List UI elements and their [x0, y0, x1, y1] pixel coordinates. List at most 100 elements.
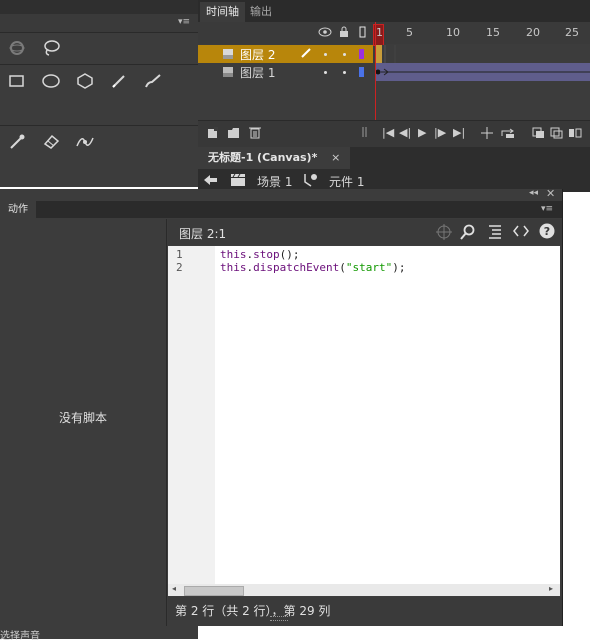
polystar-tool-icon[interactable]: [74, 70, 96, 92]
lock-dot[interactable]: [343, 71, 346, 74]
close-panel-icon[interactable]: ✕: [546, 187, 555, 200]
target-icon[interactable]: [436, 224, 452, 243]
tab-timeline[interactable]: 时间轴: [200, 2, 245, 22]
select-sound-label: 选择声音: [0, 631, 40, 642]
outline-icon[interactable]: [359, 26, 367, 41]
tools-panel-header: [0, 0, 198, 14]
script-location: 图层 2:1: [179, 227, 227, 241]
panel-menu-icon[interactable]: ▾≡: [541, 204, 553, 214]
layer-color-swatch[interactable]: [359, 67, 364, 77]
lasso-tool-icon[interactable]: [40, 37, 62, 59]
step-back-icon[interactable]: ◀|: [399, 126, 411, 139]
eyedropper-tool-icon[interactable]: [6, 130, 28, 152]
scrollbar-thumb[interactable]: [184, 586, 244, 596]
new-folder-icon[interactable]: [227, 127, 241, 142]
frame-number: 1: [376, 26, 383, 39]
line-number-gutter: [168, 246, 215, 584]
last-frame-icon[interactable]: ▶|: [453, 126, 465, 139]
sound-panel: 选择声音: [0, 626, 198, 642]
resize-grip[interactable]: [270, 616, 288, 621]
format-code-icon[interactable]: [488, 224, 502, 243]
layer-row-1[interactable]: 图层 1: [198, 63, 373, 81]
width-tool-icon[interactable]: [74, 130, 96, 152]
document-title[interactable]: 无标题-1 (Canvas)*: [208, 151, 317, 164]
editor-toolbar: 图层 2:1 ?: [168, 219, 562, 245]
eye-icon[interactable]: [318, 26, 332, 41]
frame-number: 5: [406, 26, 413, 39]
visibility-dot[interactable]: [324, 71, 327, 74]
frame-number: 25: [565, 26, 579, 39]
document-tabbar: 无标题-1 (Canvas)* ×: [198, 147, 590, 169]
step-forward-icon[interactable]: |▶: [434, 126, 446, 139]
code-line-1[interactable]: this.stop();: [220, 248, 300, 261]
layer-icon: [222, 48, 234, 63]
no-script-label: 没有脚本: [58, 411, 107, 425]
code-text[interactable]: this.stop();: [220, 248, 300, 261]
actions-panel-titlebar: ◂◂ ✕: [0, 187, 562, 201]
script-navigator: 没有脚本: [0, 219, 167, 626]
onion-skin-icon[interactable]: [532, 127, 545, 142]
cursor-position: 第 2 行（共 2 行），第 29 列: [175, 604, 331, 618]
new-layer-icon[interactable]: [207, 127, 219, 142]
layer-row-2[interactable]: 图层 2: [198, 45, 373, 63]
resize-grip-icon[interactable]: [362, 126, 368, 141]
breadcrumb-symbol[interactable]: 元件 1: [329, 173, 364, 190]
layer-icon: [222, 66, 234, 81]
tools-divider: [0, 125, 198, 126]
lock-icon[interactable]: [338, 25, 350, 41]
panel-menu-icon[interactable]: ▾≡: [178, 17, 190, 27]
layer-name[interactable]: 图层 2: [240, 46, 275, 63]
line-number: 2: [176, 261, 183, 274]
tools-panel: ▾≡: [0, 0, 198, 187]
visibility-dot[interactable]: [324, 53, 327, 56]
back-arrow-icon[interactable]: [204, 174, 218, 189]
edit-multiple-frames-icon[interactable]: [568, 127, 582, 142]
horizontal-scrollbar[interactable]: ◂ ▸: [168, 584, 560, 596]
actions-tabrow: 动作 ▾≡: [0, 201, 562, 218]
layer-1-frames[interactable]: [375, 63, 590, 81]
code-snippets-icon[interactable]: [513, 225, 529, 240]
document-tab[interactable]: 无标题-1 (Canvas)* ×: [198, 147, 351, 169]
tools-divider: [0, 64, 198, 65]
layer-2-frames[interactable]: [375, 45, 590, 63]
code-text[interactable]: this.dispatchEvent("start");: [220, 261, 405, 274]
layer-name[interactable]: 图层 1: [240, 64, 275, 81]
help-icon[interactable]: ?: [539, 223, 555, 242]
delete-icon[interactable]: [249, 126, 261, 142]
scroll-left-icon[interactable]: ◂: [172, 584, 176, 593]
timeline-tabbar: 时间轴 输出: [198, 0, 590, 22]
frame-number: 15: [486, 26, 500, 39]
brush-tool-icon[interactable]: [142, 70, 164, 92]
scroll-right-icon[interactable]: ▸: [549, 584, 553, 593]
timeline-panel: 时间轴 输出 1 5 10 15 20 25 图层 2 图层 1 |◀ ◀| ▶…: [198, 0, 590, 148]
oval-tool-icon[interactable]: [40, 70, 62, 92]
tab-actions[interactable]: 动作: [0, 201, 36, 218]
pencil-tool-icon[interactable]: [108, 70, 130, 92]
status-bar: 第 2 行（共 2 行），第 29 列: [168, 597, 562, 621]
layer-color-swatch[interactable]: [359, 49, 364, 59]
3d-rotation-tool-icon[interactable]: [6, 37, 28, 59]
tools-panel-subheader: ▾≡: [0, 14, 198, 33]
rectangle-tool-icon[interactable]: [6, 70, 28, 92]
code-editor[interactable]: 1 2 this.stop(); this.dispatchEvent("sta…: [168, 246, 560, 584]
pencil-icon: [300, 47, 312, 62]
code-line-2[interactable]: this.dispatchEvent("start");: [220, 261, 405, 274]
playhead-line: [375, 22, 376, 120]
svg-text:?: ?: [544, 225, 550, 238]
play-icon[interactable]: ▶: [418, 126, 426, 139]
tab-output[interactable]: 输出: [244, 2, 278, 22]
eraser-tool-icon[interactable]: [40, 130, 62, 152]
scene-icon: [230, 173, 246, 190]
first-frame-icon[interactable]: |◀: [382, 126, 394, 139]
breadcrumb-scene[interactable]: 场景 1: [257, 173, 292, 190]
frame-number: 20: [526, 26, 540, 39]
onion-outline-icon[interactable]: [550, 127, 563, 142]
center-frame-icon[interactable]: [480, 127, 494, 142]
lock-dot[interactable]: [343, 53, 346, 56]
loop-icon[interactable]: [500, 127, 516, 142]
actions-panel: ◂◂ ✕ 动作 ▾≡ 没有脚本 图层 2:1 ? 1 2 this.stop()…: [0, 187, 563, 626]
search-icon[interactable]: [460, 224, 476, 243]
collapse-icon[interactable]: ◂◂: [529, 188, 538, 198]
close-tab-icon[interactable]: ×: [331, 151, 340, 164]
frame-number: 10: [446, 26, 460, 39]
